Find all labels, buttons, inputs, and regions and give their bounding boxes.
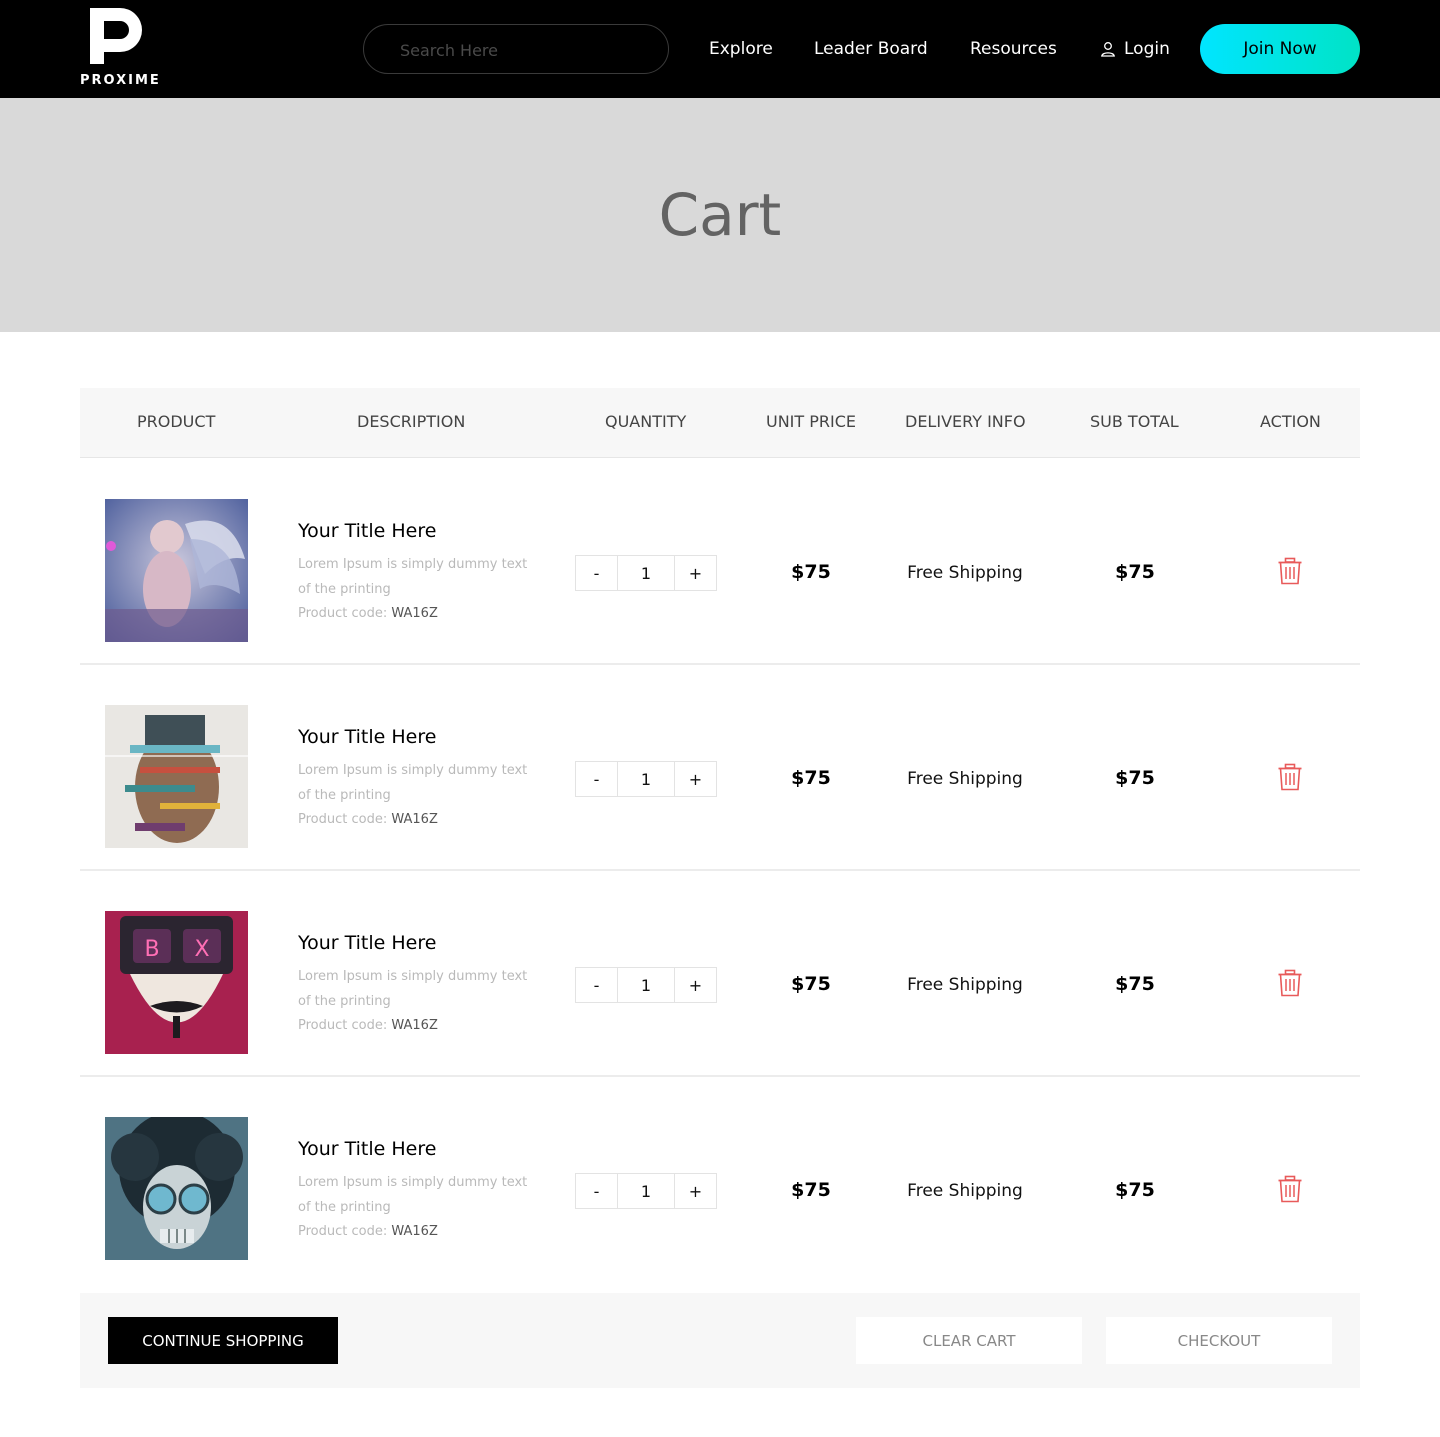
quantity-stepper: - + xyxy=(575,555,717,591)
product-code-label: Product code: xyxy=(298,606,388,621)
header-unit-price: UNIT PRICE xyxy=(766,412,857,431)
sub-total: $75 xyxy=(1115,973,1155,995)
quantity-increase-button[interactable]: + xyxy=(674,967,717,1003)
quantity-decrease-button[interactable]: - xyxy=(575,1173,618,1209)
cart-row: Your Title Here Lorem Ipsum is simply du… xyxy=(80,459,1360,665)
sub-total: $75 xyxy=(1115,561,1155,583)
unit-price: $75 xyxy=(791,561,831,583)
user-icon xyxy=(1101,42,1115,57)
quantity-increase-button[interactable]: + xyxy=(674,761,717,797)
product-code-label: Product code: xyxy=(298,812,388,827)
header-quantity: QUANTITY xyxy=(605,412,687,431)
top-navbar: PROXIME Explore Leader Board Resources L… xyxy=(0,0,1440,98)
header-action: ACTION xyxy=(1260,412,1321,431)
search-box xyxy=(363,24,669,74)
crypto-mask-art-image: B X xyxy=(105,911,248,1054)
quantity-decrease-button[interactable]: - xyxy=(575,967,618,1003)
quantity-stepper: - + xyxy=(575,967,717,1003)
quantity-input[interactable] xyxy=(618,967,674,1003)
product-code: Product code: WA16Z xyxy=(298,1018,438,1033)
svg-text:X: X xyxy=(194,937,209,962)
product-description: Lorem Ipsum is simply dummy text of the … xyxy=(298,1175,528,1215)
cart-row: Your Title Here Lorem Ipsum is simply du… xyxy=(80,665,1360,871)
product-image[interactable] xyxy=(105,499,248,642)
header-sub-total: SUB TOTAL xyxy=(1090,412,1179,431)
product-image[interactable] xyxy=(105,1117,248,1260)
product-description: Lorem Ipsum is simply dummy text of the … xyxy=(298,763,528,803)
quantity-decrease-button[interactable]: - xyxy=(575,761,618,797)
svg-text:B: B xyxy=(144,937,159,962)
product-code: Product code: WA16Z xyxy=(298,606,438,621)
continue-shopping-button[interactable]: CONTINUE SHOPPING xyxy=(108,1317,338,1364)
quantity-input[interactable] xyxy=(618,555,674,591)
delivery-info: Free Shipping xyxy=(907,769,1023,789)
logo-mark-icon xyxy=(90,8,142,64)
product-title[interactable]: Your Title Here xyxy=(298,932,436,954)
product-code-label: Product code: xyxy=(298,1018,388,1033)
delivery-info: Free Shipping xyxy=(907,563,1023,583)
checkout-button[interactable]: CHECKOUT xyxy=(1106,1317,1332,1364)
unit-price: $75 xyxy=(791,1179,831,1201)
clear-cart-button[interactable]: CLEAR CART xyxy=(856,1317,1082,1364)
quantity-stepper: - + xyxy=(575,761,717,797)
cart-row: B X Your Title Here Lorem Ipsum is simpl… xyxy=(80,871,1360,1077)
nav-leader-board[interactable]: Leader Board xyxy=(814,38,928,60)
quantity-input[interactable] xyxy=(618,761,674,797)
cart-row: Your Title Here Lorem Ipsum is simply du… xyxy=(80,1077,1360,1283)
glitch-face-art-image xyxy=(105,705,248,848)
product-code-value: WA16Z xyxy=(391,606,438,621)
product-description: Lorem Ipsum is simply dummy text of the … xyxy=(298,969,528,1009)
trash-icon[interactable] xyxy=(1277,1175,1303,1203)
join-now-button[interactable]: Join Now xyxy=(1200,24,1360,74)
trash-icon[interactable] xyxy=(1277,969,1303,997)
nav-login[interactable]: Login xyxy=(1100,38,1170,60)
product-code: Product code: WA16Z xyxy=(298,1224,438,1239)
product-code-label: Product code: xyxy=(298,1224,388,1239)
quantity-input[interactable] xyxy=(618,1173,674,1209)
delivery-info: Free Shipping xyxy=(907,1181,1023,1201)
page-title: Cart xyxy=(658,181,782,249)
sub-total: $75 xyxy=(1115,767,1155,789)
logo-text: PROXIME xyxy=(80,73,161,88)
product-description: Lorem Ipsum is simply dummy text of the … xyxy=(298,557,528,597)
search-input[interactable] xyxy=(400,38,650,62)
angel-baby-art-image xyxy=(105,499,248,642)
product-title[interactable]: Your Title Here xyxy=(298,1138,436,1160)
cart-table-header: PRODUCT DESCRIPTION QUANTITY UNIT PRICE … xyxy=(80,388,1360,458)
unit-price: $75 xyxy=(791,973,831,995)
quantity-stepper: - + xyxy=(575,1173,717,1209)
product-code: Product code: WA16Z xyxy=(298,812,438,827)
product-code-value: WA16Z xyxy=(391,1224,438,1239)
header-delivery-info: DELIVERY INFO xyxy=(905,412,1026,431)
unit-price: $75 xyxy=(791,767,831,789)
nav-resources[interactable]: Resources xyxy=(970,38,1057,60)
nav-explore[interactable]: Explore xyxy=(709,38,773,60)
quantity-increase-button[interactable]: + xyxy=(674,1173,717,1209)
trash-icon[interactable] xyxy=(1277,763,1303,791)
product-title[interactable]: Your Title Here xyxy=(298,520,436,542)
page-banner: Cart xyxy=(0,98,1440,332)
header-product: PRODUCT xyxy=(137,412,216,431)
cart-actions-bar: CONTINUE SHOPPING CLEAR CART CHECKOUT xyxy=(80,1293,1360,1388)
trash-icon[interactable] xyxy=(1277,557,1303,585)
product-code-value: WA16Z xyxy=(391,812,438,827)
nav-login-label: Login xyxy=(1124,39,1170,59)
logo[interactable]: PROXIME xyxy=(80,8,160,90)
quantity-decrease-button[interactable]: - xyxy=(575,555,618,591)
delivery-info: Free Shipping xyxy=(907,975,1023,995)
header-description: DESCRIPTION xyxy=(357,412,466,431)
quantity-increase-button[interactable]: + xyxy=(674,555,717,591)
sub-total: $75 xyxy=(1115,1179,1155,1201)
product-title[interactable]: Your Title Here xyxy=(298,726,436,748)
skull-afro-art-image xyxy=(105,1117,248,1260)
product-image[interactable] xyxy=(105,705,248,848)
product-code-value: WA16Z xyxy=(391,1018,438,1033)
product-image[interactable]: B X xyxy=(105,911,248,1054)
